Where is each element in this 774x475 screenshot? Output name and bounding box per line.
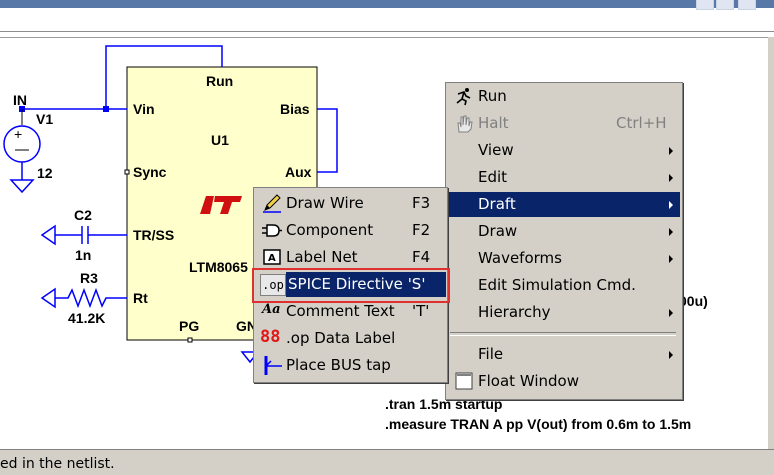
- menu-item-view[interactable]: View: [448, 138, 680, 163]
- r3-value: 41.2K: [68, 310, 106, 326]
- checkbox-icon: [455, 372, 473, 390]
- menu-item-edit[interactable]: Edit: [448, 165, 680, 190]
- menu-item-float-window[interactable]: Float Window: [448, 369, 680, 394]
- highlight-box: [252, 268, 450, 303]
- r3-label: R3: [80, 270, 98, 286]
- svg-text:A: A: [268, 253, 276, 264]
- pencil-icon: [263, 194, 281, 213]
- menu-item-halt[interactable]: Halt Ctrl+H: [448, 111, 680, 136]
- hand-icon: [457, 115, 473, 133]
- directive-partial: 00u): [679, 293, 708, 309]
- chevron-right-icon: [669, 174, 673, 182]
- menu-item-draw-wire[interactable]: Draw Wire F3: [256, 191, 445, 216]
- pin-trss: TR/SS: [133, 227, 175, 243]
- status-text: ed in the netlist.: [0, 456, 115, 472]
- in-label: IN: [13, 92, 27, 108]
- pin-aux: Aux: [285, 164, 312, 180]
- run-icon: [456, 88, 471, 106]
- chevron-right-icon: [669, 309, 673, 317]
- v1-value: 12: [37, 165, 53, 181]
- c2-value: 1n: [75, 247, 92, 263]
- measure-directive[interactable]: .measure TRAN A pp V(out) from 0.6m to 1…: [385, 416, 691, 432]
- menu-item-op-data-label[interactable]: 88 .op Data Label: [256, 326, 445, 351]
- label-net-icon: A: [263, 249, 281, 265]
- comment-icon: Aa: [262, 302, 281, 317]
- menu-separator: [450, 332, 676, 336]
- component-icon: [262, 224, 282, 237]
- menu-item-hierarchy[interactable]: Hierarchy: [448, 300, 680, 325]
- menu-item-component[interactable]: Component F2: [256, 218, 445, 243]
- chevron-right-icon: [669, 351, 673, 359]
- pin-run: Run: [206, 73, 234, 89]
- menu-item-draft[interactable]: Draft: [448, 192, 680, 217]
- pin-bias: Bias: [280, 101, 310, 117]
- v1-label: V1: [36, 111, 54, 127]
- context-menu: Run Halt Ctrl+H View Edit Draft Draw Wav…: [445, 82, 683, 400]
- pin-vin: Vin: [133, 101, 155, 117]
- pin-sync: Sync: [133, 164, 167, 180]
- chevron-right-icon: [669, 255, 673, 263]
- menu-item-draw[interactable]: Draw: [448, 219, 680, 244]
- pin-pg: PG: [179, 318, 200, 334]
- chevron-right-icon: [669, 201, 673, 209]
- u1-label: U1: [211, 132, 229, 148]
- chevron-right-icon: [669, 147, 673, 155]
- menu-item-waveforms[interactable]: Waveforms: [448, 246, 680, 271]
- pin-rt: Rt: [133, 290, 148, 306]
- menu-item-file[interactable]: File: [448, 342, 680, 367]
- svg-text:+: +: [14, 126, 22, 142]
- menu-item-run[interactable]: Run: [448, 84, 680, 109]
- menu-item-edit-simulation-cmd[interactable]: Edit Simulation Cmd.: [448, 273, 680, 298]
- seven-segment-icon: 88: [260, 327, 281, 347]
- menu-item-label-net[interactable]: A Label Net F4: [256, 245, 445, 270]
- bus-tap-icon: [264, 356, 282, 375]
- status-bar: ed in the netlist.: [0, 449, 774, 475]
- chevron-right-icon: [669, 228, 673, 236]
- menu-item-place-bus-tap[interactable]: Place BUS tap: [256, 353, 445, 378]
- c2-label: C2: [74, 207, 92, 223]
- part-name: LTM8065: [189, 259, 248, 275]
